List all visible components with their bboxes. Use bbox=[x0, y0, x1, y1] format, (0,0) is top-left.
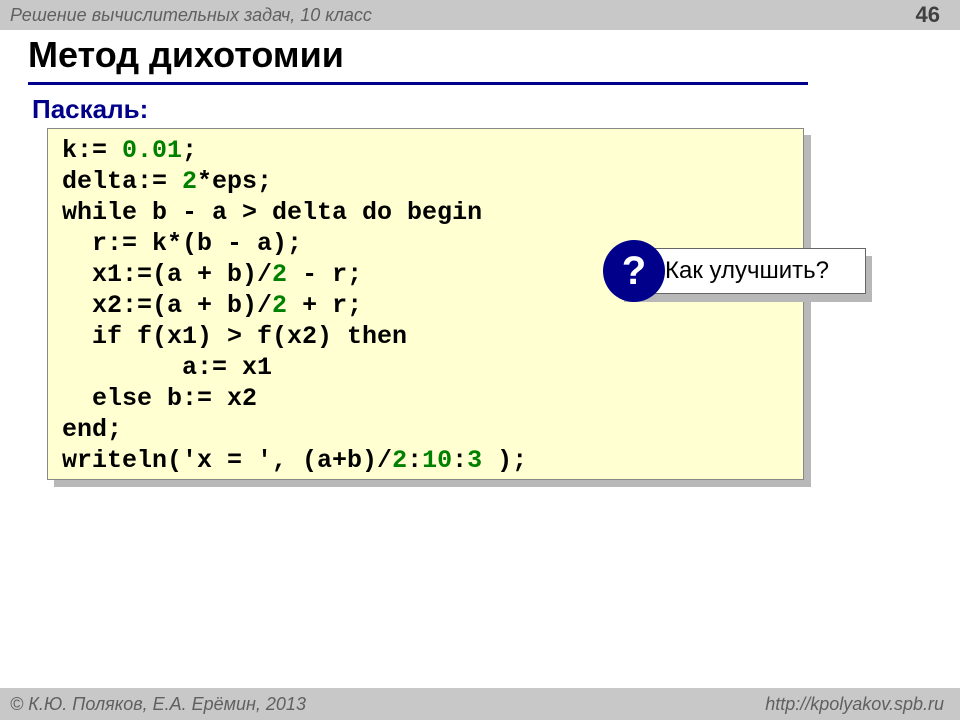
header-subject: Решение вычислительных задач, 10 класс bbox=[10, 5, 372, 26]
footer-author: © К.Ю. Поляков, Е.А. Ерёмин, 2013 bbox=[10, 694, 306, 715]
footer-url: http://kpolyakov.spb.ru bbox=[765, 694, 944, 715]
code-box: k:= 0.01; delta:= 2*eps; while b - a > d… bbox=[47, 128, 804, 480]
callout: ? Как улучшить? bbox=[600, 248, 866, 294]
code-content: k:= 0.01; delta:= 2*eps; while b - a > d… bbox=[62, 135, 789, 476]
callout-text: Как улучшить? bbox=[665, 257, 829, 285]
footer-bar: © К.Ю. Поляков, Е.А. Ерёмин, 2013 http:/… bbox=[0, 688, 960, 720]
slide: Решение вычислительных задач, 10 класс 4… bbox=[0, 0, 960, 720]
header-bar: Решение вычислительных задач, 10 класс 4… bbox=[0, 0, 960, 30]
question-icon: ? bbox=[603, 240, 665, 302]
page-number: 46 bbox=[916, 2, 940, 28]
callout-box: ? Как улучшить? bbox=[618, 248, 866, 294]
language-label: Паскаль: bbox=[32, 94, 148, 125]
title-underline bbox=[28, 82, 808, 85]
page-title: Метод дихотомии bbox=[28, 34, 344, 76]
